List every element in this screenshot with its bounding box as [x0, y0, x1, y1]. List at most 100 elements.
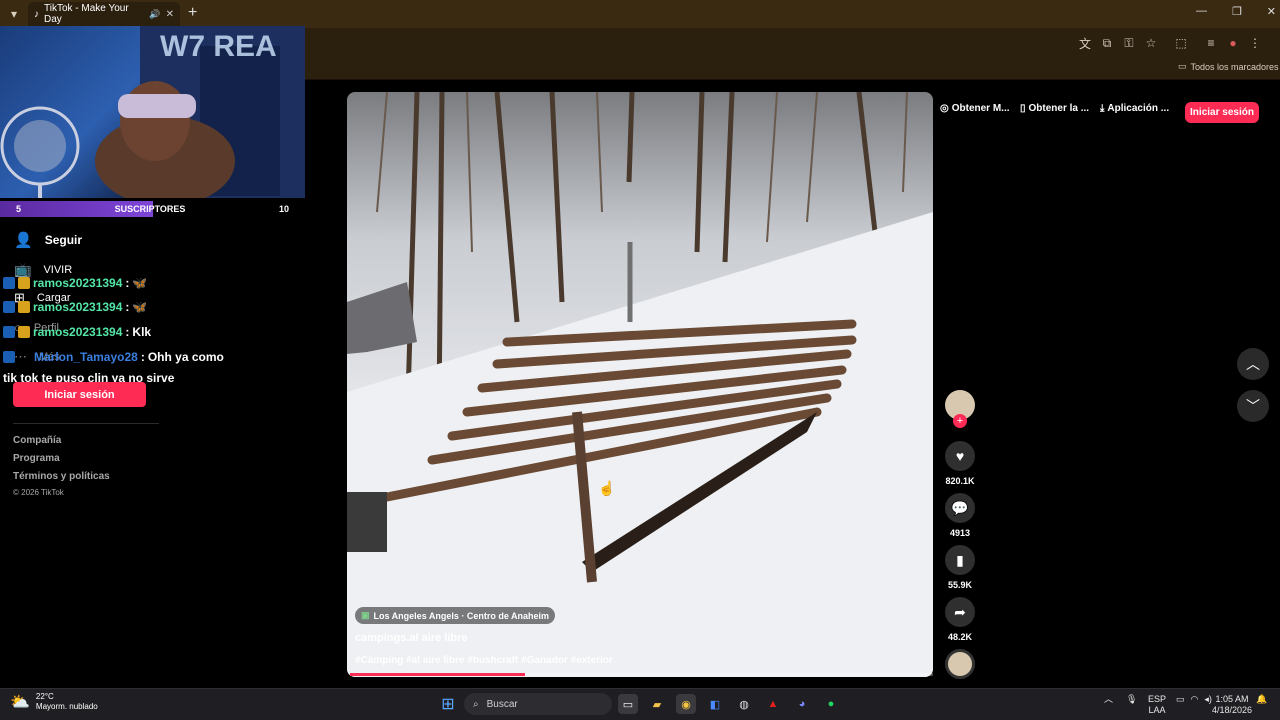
- person-add-icon: 👤: [14, 232, 33, 249]
- tab-audio-icon[interactable]: 🔊: [149, 9, 160, 20]
- notification-bell-icon[interactable]: 🔔: [1256, 694, 1267, 705]
- chat-message: ramos20231394 : 🦋: [3, 276, 147, 290]
- comment-count: 4913: [949, 528, 971, 538]
- video-player[interactable]: ▣ Los Angeles Angels · Centro de Anaheim…: [347, 92, 933, 677]
- all-bookmarks-label: Todos los marcadores: [1190, 61, 1279, 72]
- language-indicator[interactable]: ESP LAA: [1148, 694, 1166, 716]
- chat-username: ramos20231394: [33, 300, 123, 314]
- tab-search-icon[interactable]: ▾: [5, 5, 23, 23]
- subscriber-goal-bar: 5 SUSCRIPTORES 10: [0, 201, 305, 217]
- chat-badge-icon: [3, 277, 15, 289]
- webcam-image: W7 REA: [0, 26, 305, 198]
- footer-copyright: © 2026 TikTok: [13, 488, 64, 497]
- chat-badge-icon: [3, 351, 15, 363]
- weather-temp: 22°C: [35, 692, 54, 701]
- close-icon[interactable]: ✕: [1267, 5, 1276, 18]
- obs-icon[interactable]: ◍: [734, 694, 754, 714]
- previous-video-button[interactable]: ︿: [1237, 348, 1269, 380]
- save-button[interactable]: ▮ 55.9K: [944, 545, 976, 590]
- follow-plus-icon[interactable]: +: [953, 414, 967, 428]
- cast-icon[interactable]: ⧉: [1098, 34, 1116, 52]
- sidebar-item-seguir[interactable]: 👤 Seguir: [14, 231, 82, 249]
- footer-terms-link[interactable]: Términos y políticas: [13, 471, 110, 482]
- phone-icon: ▯: [1020, 103, 1026, 114]
- minimize-icon[interactable]: —: [1196, 5, 1207, 18]
- get-app-label: Obtener la ...: [1028, 103, 1090, 114]
- media-icon[interactable]: ≡: [1202, 34, 1220, 52]
- microphone-icon[interactable]: 🎙: [1126, 694, 1137, 705]
- clock-date: 4/18/2026: [1212, 705, 1253, 715]
- video-frame: [347, 92, 933, 677]
- chat-badge-icon: [3, 326, 15, 338]
- chat-separator: :: [140, 350, 145, 364]
- network-icon: ▭: [1176, 694, 1185, 704]
- system-tray-icons[interactable]: ▭ ◠ ◂): [1176, 694, 1212, 705]
- browser-tab[interactable]: ♪ TikTok - Make Your Day 🔊 ✕: [28, 2, 180, 26]
- chat-text: 🦋: [132, 276, 148, 290]
- taskbar-search[interactable]: ⌕ Buscar: [464, 693, 612, 715]
- login-button[interactable]: Iniciar sesión: [1185, 102, 1259, 123]
- webcam-overlay: W7 REA: [0, 26, 305, 198]
- weather-desc: Mayorm. nublado: [35, 702, 98, 711]
- outlook-icon[interactable]: ◧: [705, 694, 725, 714]
- chat-username: ramos20231394: [33, 325, 123, 339]
- sub-current: 5: [16, 204, 22, 214]
- share-button[interactable]: ➦ 48.2K: [944, 597, 976, 642]
- chat-badge-icon: [3, 301, 15, 313]
- tray-overflow-icon[interactable]: ︿: [1104, 694, 1113, 705]
- chat-message: Marlon_Tamayo28 : Ohh ya como: [3, 350, 224, 364]
- sidebar-item-label: Seguir: [44, 233, 83, 247]
- clock-time: 1:05 AM: [1215, 694, 1249, 704]
- video-author[interactable]: campings.al aire libre: [355, 632, 468, 644]
- music-disc-icon: [945, 649, 975, 679]
- creator-avatar[interactable]: +: [944, 390, 976, 428]
- get-app-button[interactable]: ▯ Obtener la ...: [1020, 103, 1089, 114]
- restore-icon[interactable]: ❐: [1232, 5, 1242, 18]
- spotify-icon[interactable]: ●: [821, 694, 841, 714]
- next-video-button[interactable]: ﹀: [1237, 390, 1269, 422]
- all-bookmarks[interactable]: ▭ Todos los marcadores: [1178, 61, 1279, 72]
- svg-text:W7 REA: W7 REA: [160, 30, 277, 63]
- chat-badge-icon: [18, 301, 30, 313]
- app-icon[interactable]: ▲: [763, 694, 783, 714]
- video-hashtags[interactable]: #Cámping #al aire libre #bushcraft #Gana…: [355, 655, 613, 666]
- star-icon[interactable]: ☆: [1142, 34, 1160, 52]
- profile-avatar-icon[interactable]: ●: [1224, 34, 1242, 52]
- file-explorer-icon[interactable]: ▰: [647, 694, 667, 714]
- menu-icon[interactable]: ⋮: [1246, 34, 1264, 52]
- translate-icon[interactable]: 文: [1076, 34, 1094, 52]
- sidebar-divider: [13, 423, 159, 424]
- task-view-icon[interactable]: ▭: [618, 694, 638, 714]
- music-disc[interactable]: [944, 649, 976, 679]
- sidebar-login-button[interactable]: Iniciar sesión: [13, 382, 146, 407]
- chat-badge-icon: [18, 277, 30, 289]
- discord-icon[interactable]: ◕: [792, 694, 812, 714]
- clock[interactable]: 1:05 AM 4/18/2026: [1212, 694, 1252, 716]
- desktop-app-button[interactable]: ⤓ Aplicación ...: [1100, 103, 1169, 114]
- extensions-icon[interactable]: ⬚: [1172, 34, 1190, 52]
- tab-close-icon[interactable]: ✕: [166, 9, 174, 20]
- footer-program-link[interactable]: Programa: [13, 453, 60, 464]
- comment-icon: 💬: [945, 493, 975, 523]
- location-tag[interactable]: ▣ Los Angeles Angels · Centro de Anaheim: [355, 607, 556, 624]
- key-icon[interactable]: ⚿: [1120, 34, 1138, 52]
- cloud-icon: ⛅: [10, 694, 30, 711]
- start-button-icon[interactable]: ⊞: [438, 694, 458, 714]
- tiktok-favicon-icon: ♪: [34, 8, 39, 20]
- chat-separator: :: [125, 300, 130, 314]
- comment-button[interactable]: 💬 4913: [944, 493, 976, 538]
- search-placeholder: Buscar: [486, 698, 518, 710]
- bookmark-icon: ▮: [945, 545, 975, 575]
- windows-taskbar: [0, 688, 1280, 720]
- get-m-button[interactable]: ◎ Obtener M...: [940, 103, 1010, 114]
- chrome-icon[interactable]: ◉: [676, 694, 696, 714]
- footer-company-link[interactable]: Compañía: [13, 435, 61, 446]
- new-tab-button[interactable]: +: [188, 4, 197, 22]
- video-progress-fill: [350, 673, 525, 676]
- volume-icon: ◂): [1204, 694, 1212, 704]
- search-icon: ⌕: [473, 698, 479, 710]
- weather-widget[interactable]: ⛅ 22°C Mayorm. nublado: [10, 692, 98, 712]
- like-button[interactable]: ♥ 820.1K: [944, 441, 976, 486]
- chat-separator: :: [125, 325, 130, 339]
- sub-label: SUSCRIPTORES: [114, 204, 186, 214]
